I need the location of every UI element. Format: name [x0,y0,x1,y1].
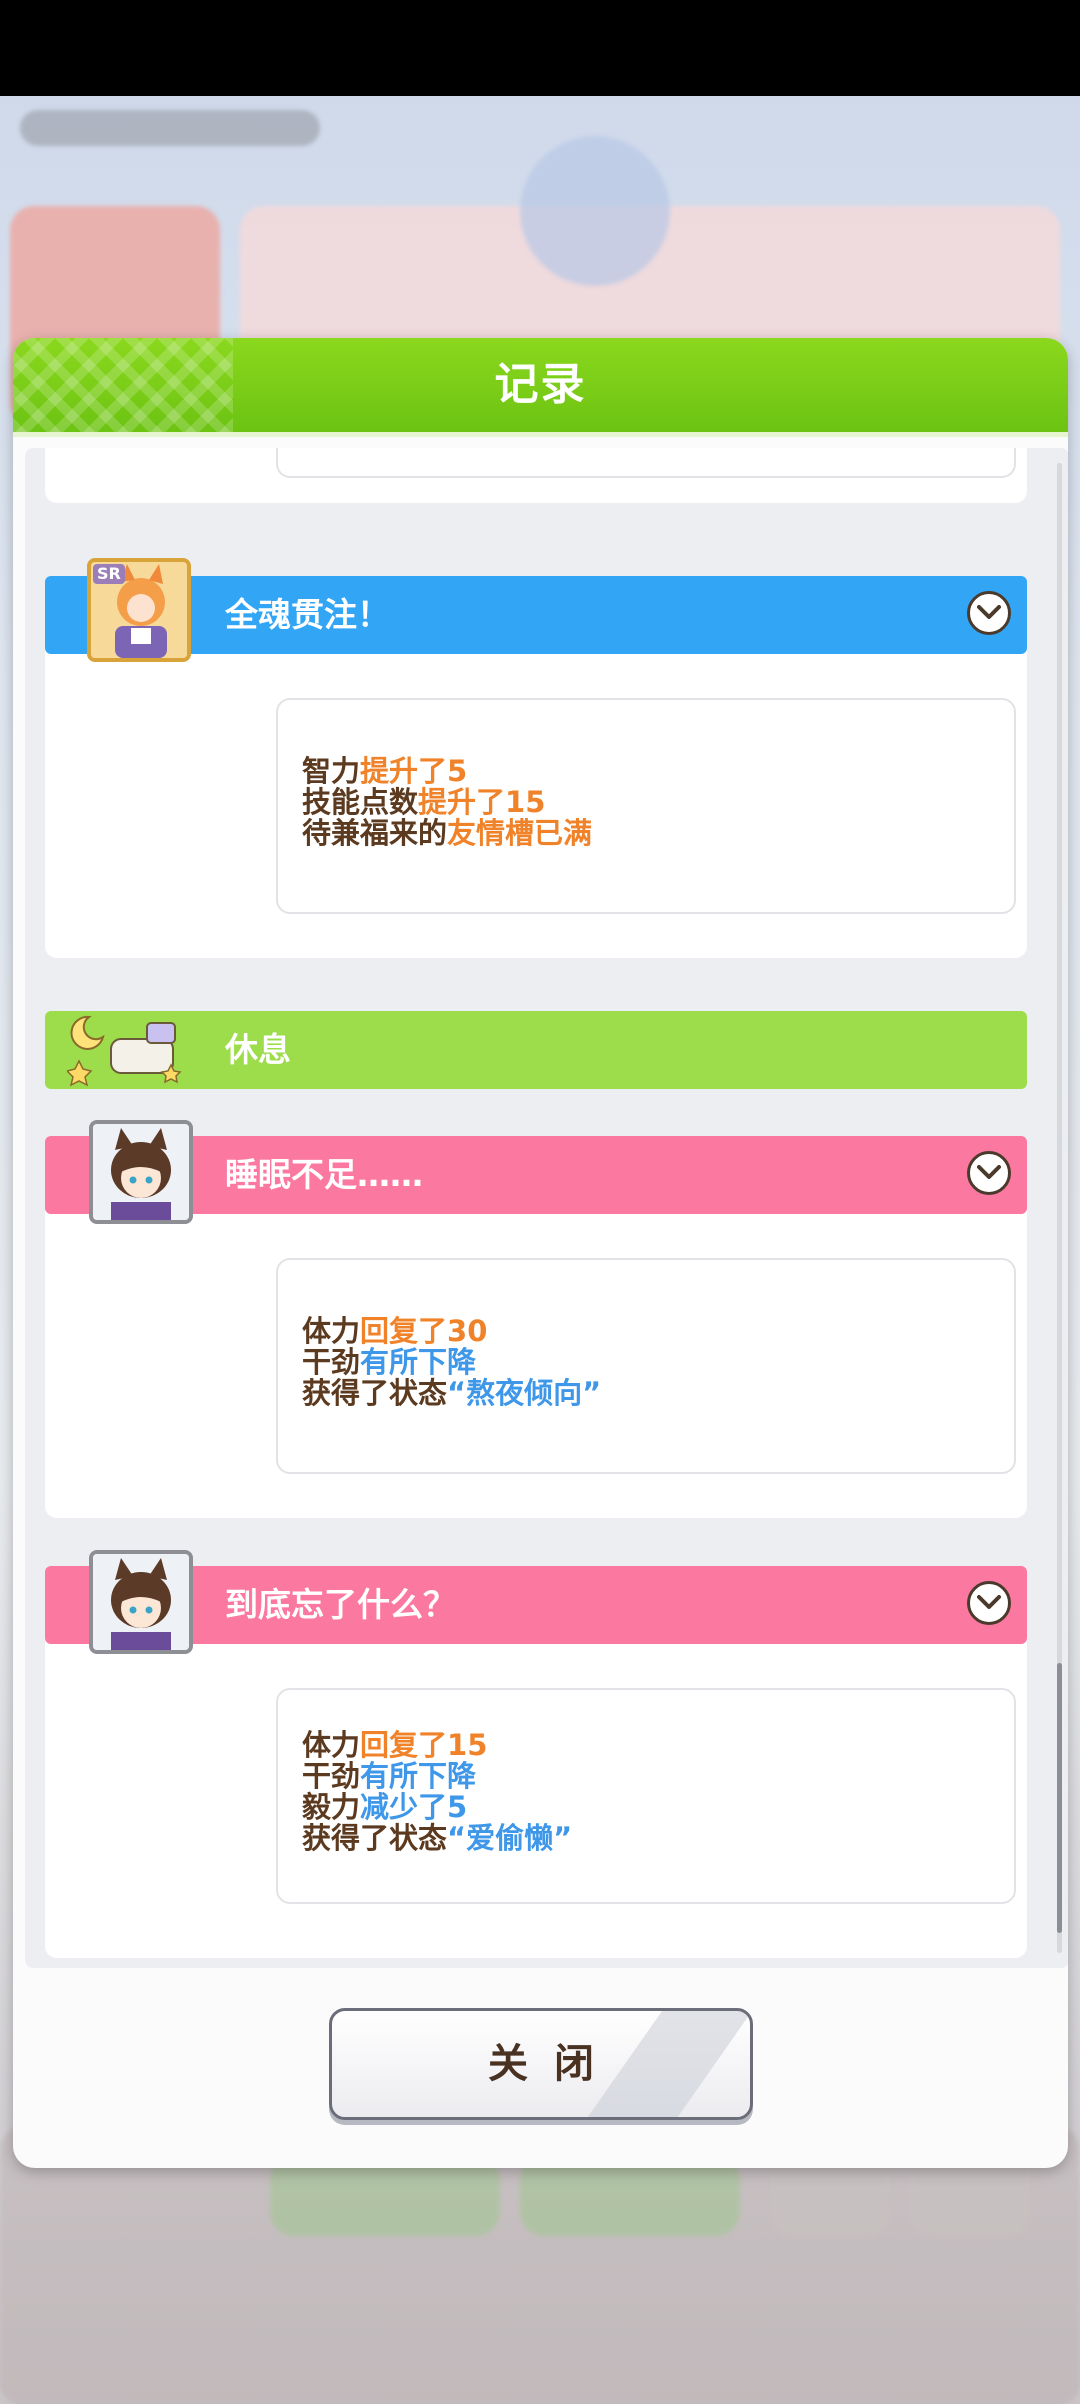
scrollbar[interactable] [1057,463,1062,1953]
message-line: 干劲有所下降 [302,1345,477,1379]
message-line: 待兼福来的友情槽已满 [302,816,593,850]
chevron-down-icon[interactable] [967,591,1011,635]
message-box: 体力回复了30 干劲有所下降 获得了状态“熬夜倾向” [276,1258,1016,1474]
message-box [276,448,1016,478]
status-bar [0,0,1080,96]
scrollbar-thumb[interactable] [1057,1663,1062,1933]
message-box: 智力提升了5 技能点数提升了15 待兼福来的友情槽已满 [276,698,1016,914]
log-list[interactable]: 智力提升了5 技能点数提升了15 待兼福来的友情槽已满 全魂贯注！ SR 休息 … [25,448,1068,1968]
message-line: 获得了状态“爱偷懒” [302,1821,573,1855]
message-line: 干劲有所下降 [302,1759,477,1793]
rest-icon [67,1015,182,1087]
event-header-rest: 休息 [45,1011,1027,1089]
event-header[interactable]: 全魂贯注！ [45,576,1027,654]
chevron-down-icon[interactable] [967,1581,1011,1625]
sr-badge: SR [93,564,125,584]
message-line: 技能点数提升了15 [302,785,546,819]
message-line: 体力回复了30 [302,1314,488,1348]
event-title: 睡眠不足…… [225,1155,423,1194]
message-line: 毅力减少了5 [302,1790,468,1824]
log-dialog: 记录 智力提升了5 技能点数提升了15 待兼福来的友情槽已满 全魂贯注！ SR … [13,338,1068,2168]
log-card-partial [45,448,1027,503]
message-line: 智力提升了5 [302,754,468,788]
dialog-header: 记录 [13,338,1068,437]
character-avatar [89,1550,193,1654]
event-title: 全魂贯注！ [225,595,390,634]
event-title: 到底忘了什么？ [225,1585,456,1624]
message-line: 获得了状态“熬夜倾向” [302,1376,602,1410]
chevron-down-icon[interactable] [967,1151,1011,1195]
support-card-avatar: SR [87,558,191,662]
dialog-title: 记录 [494,359,587,410]
character-avatar [89,1120,193,1224]
event-title: 休息 [225,1030,291,1069]
message-line: 体力回复了15 [302,1728,488,1762]
message-box: 体力回复了15 干劲有所下降 毅力减少了5 获得了状态“爱偷懒” [276,1688,1016,1904]
close-button-label: 关闭 [488,2041,620,2087]
close-button[interactable]: 关闭 [329,2008,753,2120]
